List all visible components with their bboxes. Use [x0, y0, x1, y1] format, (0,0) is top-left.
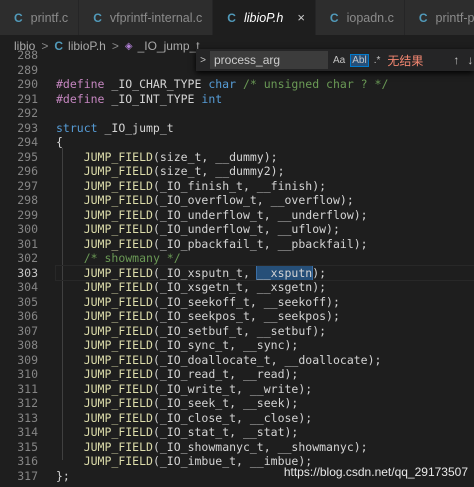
line-number: 316 [17, 454, 38, 468]
code-line[interactable]: JUMP_FIELD(_IO_setbuf_t, __setbuf); [56, 324, 474, 339]
code-line[interactable]: #define _IO_INT_TYPE int [56, 92, 474, 107]
line-number: 304 [17, 280, 38, 294]
watermark: https://blog.csdn.net/qq_29173507 [283, 465, 468, 479]
line-number: 309 [17, 352, 38, 367]
line-number: 314 [17, 425, 38, 439]
line-number: 315 [17, 439, 38, 454]
tab-bar: Cprintf.c Cvfprintf-internal.c ClibioP.h… [0, 0, 474, 35]
c-file-icon: C [418, 10, 428, 25]
line-number: 297 [17, 178, 38, 193]
tab-printf-parse-h[interactable]: Cprintf-parse.h [404, 0, 474, 35]
line-number: 302 [17, 251, 38, 265]
code-line[interactable]: JUMP_FIELD(_IO_seekoff_t, __seekoff); [56, 295, 474, 310]
code-line[interactable]: JUMP_FIELD(_IO_xsputn_t, __xsputn); [55, 264, 474, 281]
code-line[interactable]: JUMP_FIELD(_IO_xsgetn_t, __xsgetn); [56, 280, 474, 295]
code-line[interactable]: JUMP_FIELD(_IO_pbackfail_t, __pbackfail)… [56, 237, 474, 252]
code-line[interactable]: JUMP_FIELD(_IO_underflow_t, __uflow); [56, 222, 474, 237]
close-tab-icon[interactable]: × [297, 10, 305, 25]
line-number: 289 [17, 62, 38, 77]
find-input[interactable]: process_arg [210, 51, 328, 69]
line-number: 300 [17, 222, 38, 236]
code-line[interactable]: JUMP_FIELD(_IO_finish_t, __finish); [56, 179, 474, 194]
tab-libiop-h[interactable]: ClibioP.h × [213, 0, 316, 35]
code-editor[interactable]: ​​#define _IO_CHAR_TYPE char /* unsigned… [55, 48, 474, 483]
line-number: 298 [17, 193, 38, 207]
tab-label: libioP.h [243, 10, 284, 25]
line-number: 290 [17, 77, 38, 91]
code-line[interactable]: JUMP_FIELD(size_t, __dummy); [56, 150, 474, 165]
line-number: 296 [17, 164, 38, 178]
code-line[interactable]: JUMP_FIELD(size_t, __dummy2); [56, 164, 474, 179]
line-number: 306 [17, 309, 38, 323]
line-number: 310 [17, 367, 38, 381]
code-line[interactable]: ​ [56, 106, 474, 121]
code-line[interactable]: JUMP_FIELD(_IO_seekpos_t, __seekpos); [56, 309, 474, 324]
line-number: 317 [17, 468, 38, 483]
code-line[interactable]: JUMP_FIELD(_IO_read_t, __read); [56, 367, 474, 382]
code-line[interactable]: JUMP_FIELD(_IO_stat_t, __stat); [56, 425, 474, 440]
c-file-icon: C [93, 10, 102, 25]
code-line[interactable]: JUMP_FIELD(_IO_underflow_t, __underflow)… [56, 208, 474, 223]
line-number: 288 [17, 48, 38, 62]
tab-label: iopadn.c [346, 10, 394, 25]
c-file-icon: C [227, 10, 236, 25]
code-line[interactable]: #define _IO_CHAR_TYPE char /* unsigned c… [56, 77, 474, 92]
previous-match-icon[interactable]: ↑ [453, 53, 459, 67]
code-line[interactable]: /* showmany */ [56, 251, 474, 266]
code-line[interactable]: JUMP_FIELD(_IO_showmanyc_t, __showmanyc)… [56, 440, 474, 455]
toggle-replace-chevron-icon[interactable]: > [196, 55, 210, 66]
find-widget: > process_arg Aa Abl .* 无结果 ↑ ↓ [196, 49, 474, 71]
find-result-status: 无结果 [387, 53, 424, 68]
line-number: 308 [17, 338, 38, 352]
code-line[interactable]: JUMP_FIELD(_IO_write_t, __write); [56, 382, 474, 397]
code-line[interactable]: JUMP_FIELD(_IO_sync_t, __sync); [56, 338, 474, 353]
code-line[interactable]: JUMP_FIELD(_IO_close_t, __close); [56, 411, 474, 426]
code-line[interactable]: JUMP_FIELD(_IO_doallocate_t, __doallocat… [56, 353, 474, 368]
line-number: 299 [17, 207, 38, 222]
line-number: 313 [17, 410, 38, 425]
tab-label: printf.c [30, 10, 69, 25]
code-line[interactable]: { [56, 135, 474, 150]
line-number: 303 [17, 265, 38, 280]
line-number: 295 [17, 149, 38, 164]
line-number: 301 [17, 236, 38, 251]
tab-vfprintf-internal-c[interactable]: Cvfprintf-internal.c [79, 0, 214, 35]
code-line[interactable]: JUMP_FIELD(_IO_overflow_t, __overflow); [56, 193, 474, 208]
line-number: 307 [17, 323, 38, 338]
line-number-gutter: 288 289 290 291 292 293 294 295 296 297 298 299 300 3… [0, 48, 44, 483]
line-number: 294 [17, 135, 38, 149]
line-number: 293 [17, 120, 38, 135]
whole-word-toggle[interactable]: Abl [350, 53, 369, 67]
c-file-icon: C [329, 10, 339, 25]
line-number: 311 [17, 381, 38, 396]
tab-label: vfprintf-internal.c [109, 10, 203, 25]
line-number: 291 [17, 91, 38, 106]
next-match-icon[interactable]: ↓ [467, 53, 473, 67]
code-line[interactable]: JUMP_FIELD(_IO_seek_t, __seek); [56, 396, 474, 411]
code-line[interactable]: struct _IO_jump_t [56, 121, 474, 136]
tab-label: printf-parse.h [435, 10, 474, 25]
tab-printf-c[interactable]: Cprintf.c [0, 0, 80, 35]
regex-toggle[interactable]: .* [373, 55, 382, 66]
line-number: 292 [17, 106, 38, 120]
tab-iopadn-c[interactable]: Ciopadn.c [315, 0, 405, 35]
c-file-icon: C [14, 10, 23, 25]
line-number: 305 [17, 294, 38, 309]
match-case-toggle[interactable]: Aa [332, 55, 346, 66]
line-number: 312 [17, 396, 38, 410]
